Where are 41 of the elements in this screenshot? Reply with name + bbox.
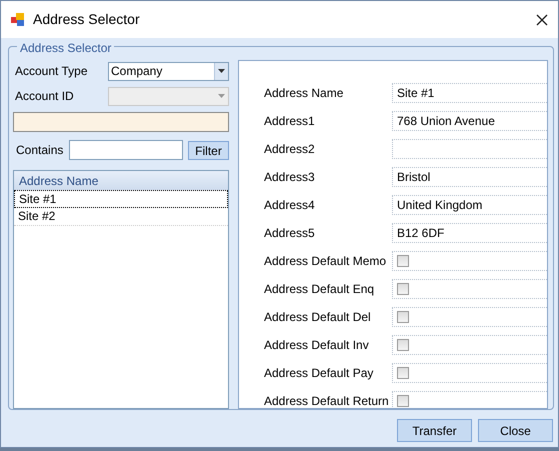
field-label: Address Default Memo: [264, 253, 388, 270]
text-field[interactable]: Site #1: [392, 83, 547, 103]
checkbox[interactable]: [397, 311, 409, 323]
field-label: Address Default Return: [264, 393, 390, 408]
caret-icon: [218, 69, 225, 73]
input-field[interactable]: [13, 112, 229, 132]
dialog-button[interactable]: Close: [478, 419, 553, 442]
text-field[interactable]: United Kingdom: [392, 195, 547, 215]
field-label: Address Default Pay: [264, 365, 374, 382]
account-type-dropdown[interactable]: Company: [108, 62, 229, 80]
checkbox[interactable]: [397, 339, 409, 351]
field-label: Address4: [264, 197, 316, 214]
field-label: Account Type: [14, 63, 88, 80]
field-label: Account ID: [14, 88, 75, 105]
checkbox[interactable]: [397, 255, 409, 267]
field-label: Address2: [264, 141, 316, 158]
checkbox[interactable]: [397, 395, 409, 407]
field-label: Address Name: [264, 85, 344, 102]
text-field[interactable]: B12 6DF: [392, 223, 547, 243]
field-label: Address Default Inv: [264, 337, 370, 354]
caret-icon: [218, 94, 224, 98]
list-item[interactable]: Site #1: [14, 190, 228, 208]
field-label: Address Default Del: [264, 309, 372, 326]
column-header: Address Name: [14, 171, 228, 190]
filter-button[interactable]: Filter: [188, 140, 229, 160]
field-label: Contains: [15, 142, 64, 159]
field-label: Address3: [264, 169, 316, 186]
contains-field[interactable]: [69, 140, 183, 160]
app-icon: [11, 13, 25, 26]
dialog-button[interactable]: Transfer: [397, 419, 472, 442]
close-icon[interactable]: [536, 14, 548, 26]
text-field[interactable]: Bristol: [392, 167, 547, 187]
field-label: Address5: [264, 225, 316, 242]
text-field[interactable]: 768 Union Avenue: [392, 111, 547, 131]
checkbox[interactable]: [397, 283, 409, 295]
field-label: Address Default Enq: [264, 281, 376, 298]
checkbox[interactable]: [397, 367, 409, 379]
list-item[interactable]: Site #2: [14, 208, 228, 226]
text-field[interactable]: [392, 139, 547, 159]
field-label: Address1: [264, 113, 316, 130]
window-title: Address Selector: [33, 10, 140, 29]
